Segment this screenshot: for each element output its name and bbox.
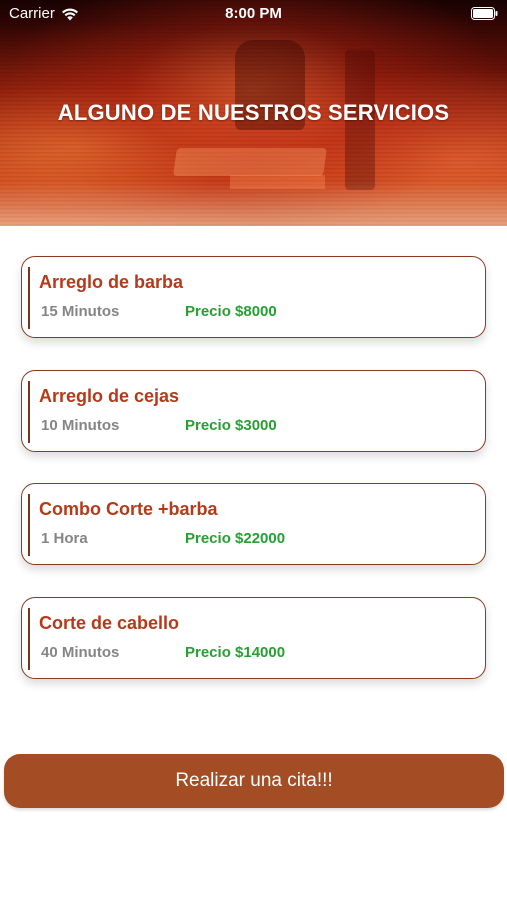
service-name: Combo Corte +barba [39,499,218,519]
status-bar: Carrier 8:00 PM [0,0,507,28]
book-appointment-button[interactable]: Realizar una cita!!! [4,754,504,808]
card-accent-bar [28,494,30,556]
service-duration: 15 Minutos [41,303,120,320]
service-card[interactable]: Arreglo de cejas 10 Minutos Precio $3000 [21,370,486,452]
service-duration: 40 Minutos [41,644,120,661]
table-image [230,175,325,189]
card-accent-bar [28,608,30,670]
clock: 8:00 PM [225,5,282,22]
service-name: Arreglo de barba [39,272,184,292]
service-price: Precio $14000 [185,644,286,661]
service-duration: 10 Minutos [41,417,120,434]
card-accent-bar [28,267,30,329]
service-price: Precio $22000 [185,530,286,547]
service-card[interactable]: Combo Corte +barba 1 Hora Precio $22000 [21,483,486,565]
page-title: ALGUNO DE NUESTROS SERVICIOS [57,100,450,125]
battery-icon [471,7,498,20]
card-accent-bar [28,381,30,443]
service-name: Corte de cabello [39,613,180,633]
service-card[interactable]: Corte de cabello 40 Minutos Precio $1400… [21,597,486,679]
barber-tools-image [173,148,327,176]
service-price: Precio $3000 [185,417,277,434]
service-price: Precio $8000 [185,303,277,320]
service-duration: 1 Hora [41,530,88,547]
service-name: Arreglo de cejas [39,386,180,406]
service-card[interactable]: Arreglo de barba 15 Minutos Precio $8000 [21,256,486,338]
